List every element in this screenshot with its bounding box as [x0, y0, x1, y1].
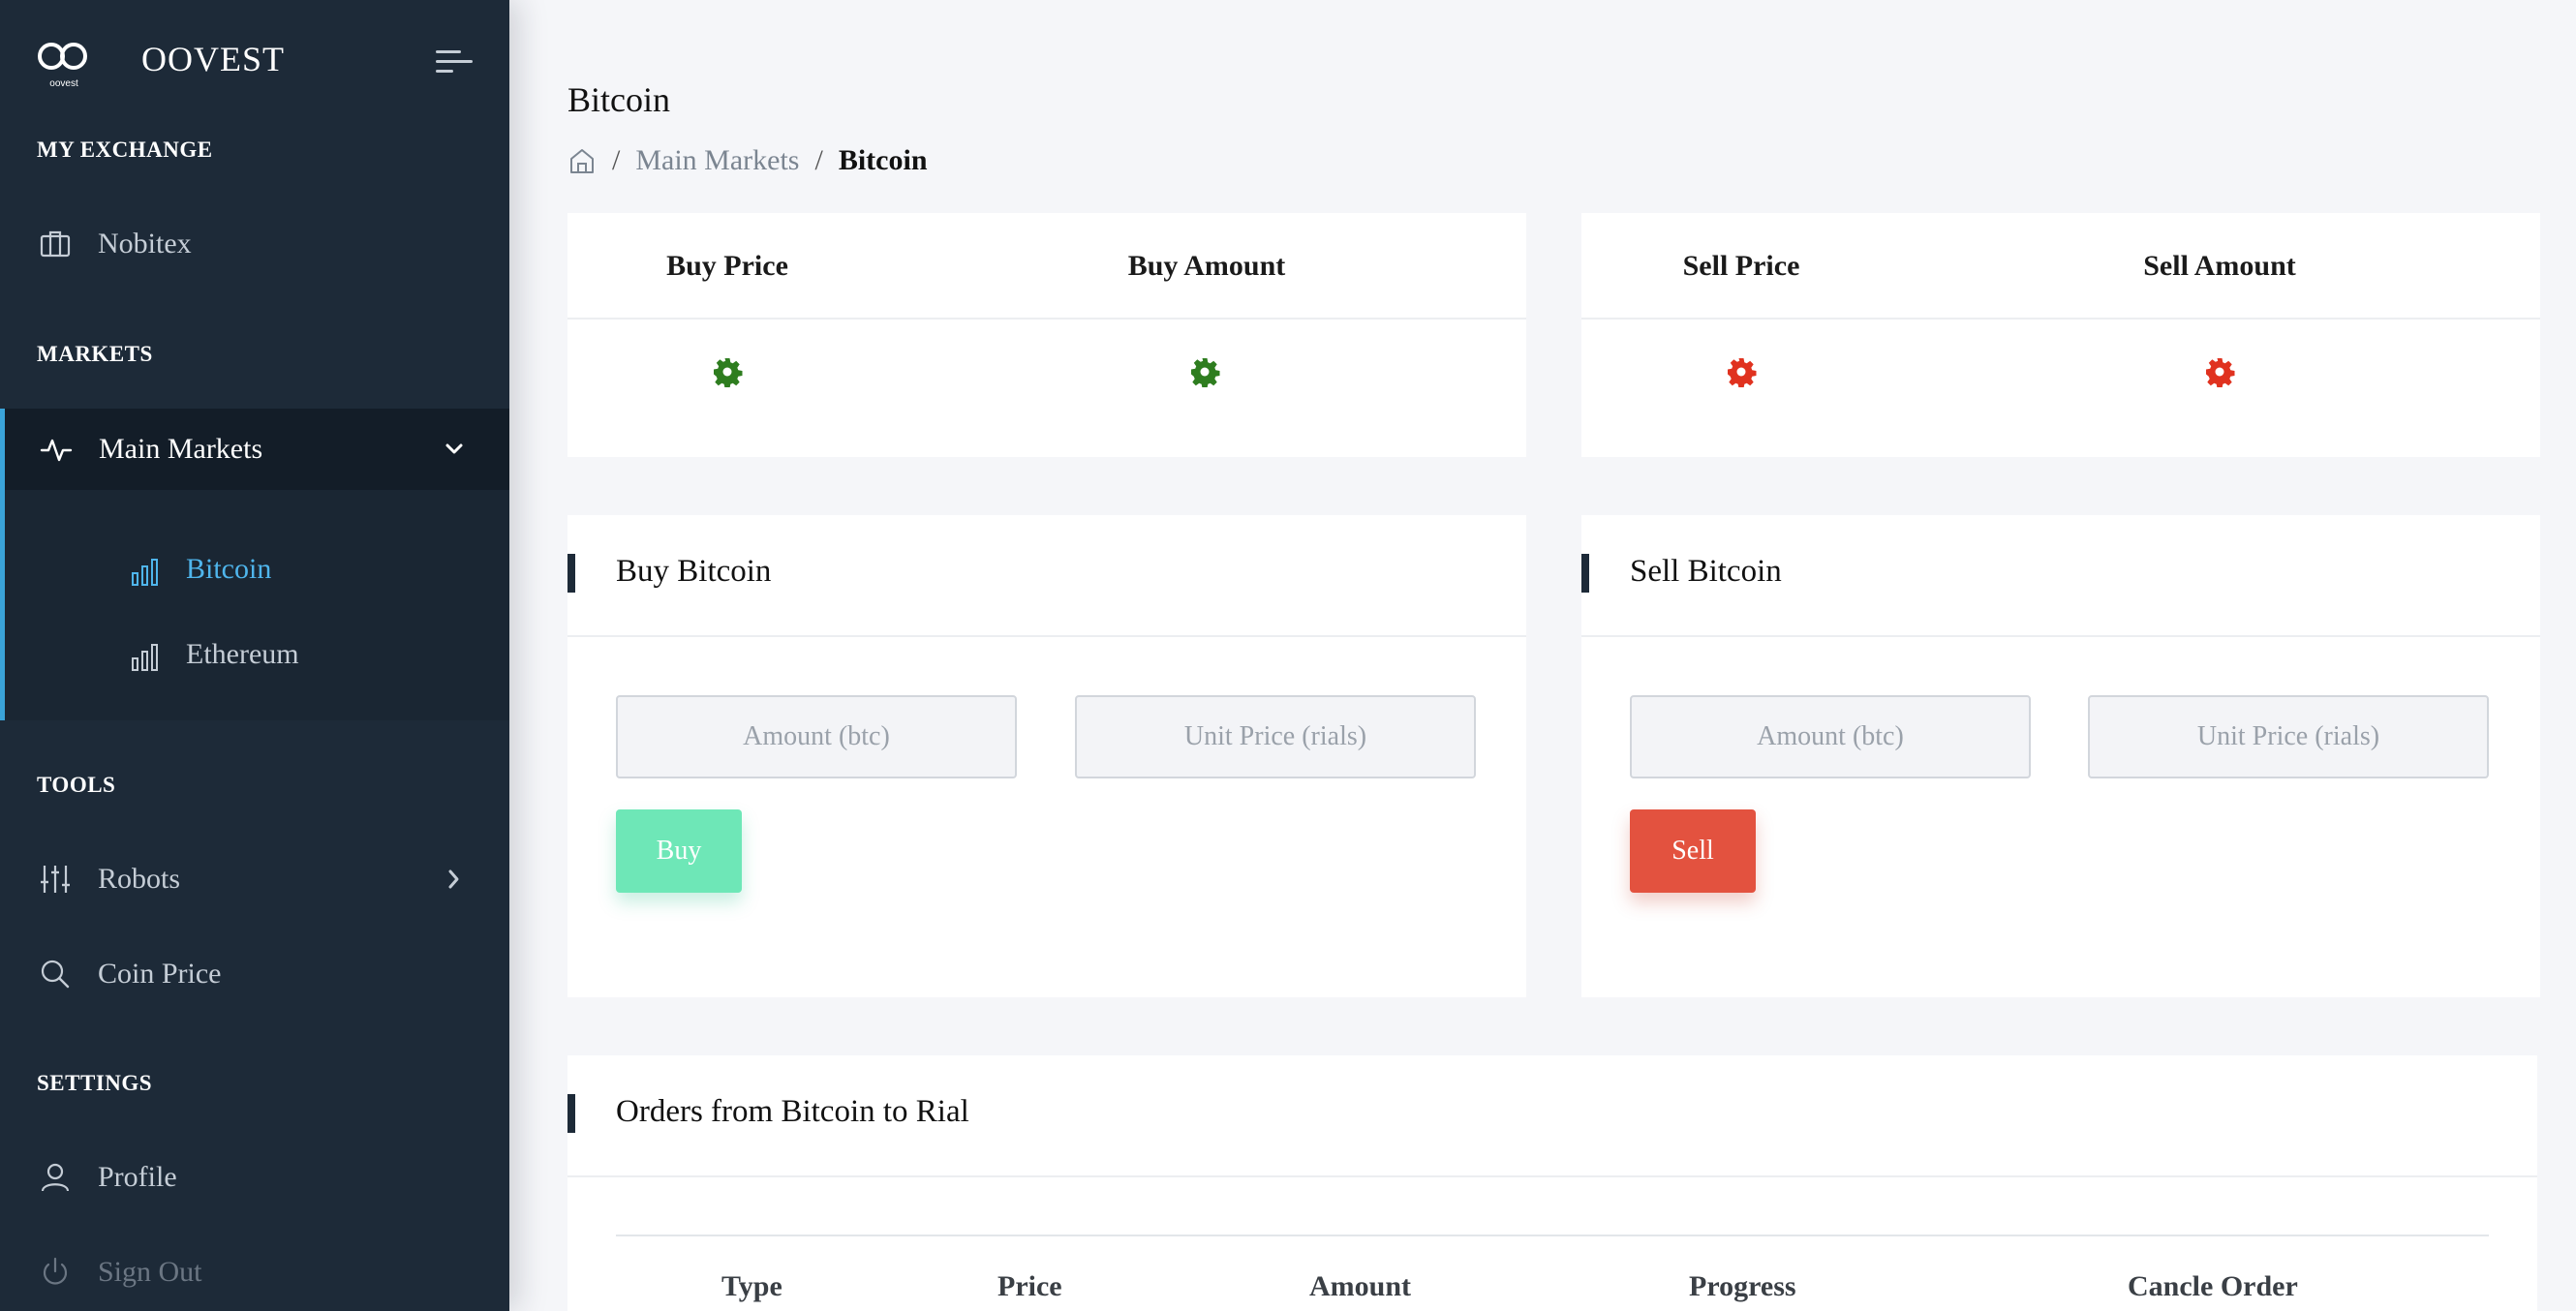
breadcrumb-main-markets[interactable]: Main Markets: [635, 144, 799, 177]
orders-title: Orders from Bitcoin to Rial: [616, 1094, 969, 1129]
buy-price-card-header: Buy Price Buy Amount: [567, 213, 1526, 320]
main-markets-submenu: Bitcoin Ethereum: [0, 490, 509, 720]
sell-amount-header: Sell Amount: [2143, 250, 2296, 282]
sell-form-header: Sell Bitcoin: [1581, 515, 2540, 637]
chevron-right-icon: [448, 869, 459, 889]
sliders-icon: [41, 866, 70, 893]
sidebar-item-label: Ethereum: [186, 638, 299, 670]
sell-unit-price-input[interactable]: [2088, 695, 2489, 778]
buy-form-header: Buy Bitcoin: [567, 515, 1526, 637]
home-icon[interactable]: [567, 146, 597, 175]
column-header-progress: Progress: [1689, 1270, 1796, 1302]
buy-form-title: Buy Bitcoin: [616, 554, 772, 589]
sidebar-item-label: Coin Price: [98, 958, 222, 990]
loading-gear-icon: [1728, 358, 1757, 387]
sidebar-item-profile[interactable]: Profile: [0, 1137, 509, 1218]
bar-chart-icon: [132, 644, 158, 671]
sidebar-item-robots[interactable]: Robots: [0, 838, 509, 920]
brand: oovest OOVEST: [0, 0, 509, 118]
sidebar-item-label: Profile: [98, 1161, 177, 1193]
sidebar-item-label: Main Markets: [99, 433, 263, 465]
sell-form-title: Sell Bitcoin: [1630, 554, 1782, 589]
sidebar-item-label: Bitcoin: [186, 553, 272, 585]
table-top-divider: [616, 1235, 2489, 1236]
sidebar-item-coin-price[interactable]: Coin Price: [0, 933, 509, 1015]
sell-price-card: Sell Price Sell Amount: [1581, 213, 2540, 457]
bar-chart-icon: [132, 559, 158, 586]
sidebar-item-ethereum[interactable]: Ethereum: [5, 624, 509, 691]
column-header-amount: Amount: [1309, 1270, 1412, 1302]
breadcrumb-current: Bitcoin: [838, 144, 928, 176]
sell-price-card-header: Sell Price Sell Amount: [1581, 213, 2540, 320]
buy-amount-header: Buy Amount: [1127, 250, 1286, 282]
orders-card: Orders from Bitcoin to Rial Type Price A…: [567, 1055, 2537, 1311]
breadcrumb-separator: /: [612, 144, 621, 176]
sell-amount-input[interactable]: [1630, 695, 2031, 778]
sidebar-item-main-markets[interactable]: Main Markets: [0, 409, 509, 490]
page-title: Bitcoin: [567, 80, 670, 119]
user-icon: [41, 1163, 70, 1192]
buy-price-header: Buy Price: [666, 250, 788, 282]
sell-form-card: Sell Bitcoin Sell: [1581, 515, 2540, 997]
column-header-type: Type: [721, 1270, 782, 1302]
sidebar: oovest OOVEST MY EXCHANGE Nobitex MARKET…: [0, 0, 509, 1311]
orders-header: Orders from Bitcoin to Rial: [567, 1055, 2537, 1177]
activity-icon: [40, 439, 73, 462]
header-accent-bar: [567, 554, 575, 593]
loading-gear-icon: [1191, 358, 1220, 387]
buy-amount-input[interactable]: [616, 695, 1017, 778]
sell-price-header: Sell Price: [1682, 250, 1800, 282]
breadcrumb: / Main Markets / Bitcoin: [567, 141, 928, 180]
sidebar-item-label: Sign Out: [98, 1256, 202, 1288]
sidebar-item-sign-out[interactable]: Sign Out: [0, 1232, 509, 1311]
chevron-down-icon: [445, 443, 463, 454]
buy-price-card: Buy Price Buy Amount: [567, 213, 1526, 457]
buy-unit-price-input[interactable]: [1075, 695, 1476, 778]
loading-gear-icon: [2206, 358, 2235, 387]
section-my-exchange: MY EXCHANGE: [37, 137, 213, 162]
column-header-price: Price: [997, 1270, 1062, 1302]
oovest-logo: oovest: [38, 43, 87, 89]
sell-button[interactable]: Sell: [1630, 809, 1756, 893]
search-icon: [41, 960, 70, 989]
briefcase-icon: [40, 230, 71, 258]
brand-name: OOVEST: [141, 40, 285, 78]
section-tools: TOOLS: [37, 773, 116, 797]
svg-text:oovest: oovest: [49, 78, 78, 89]
buy-button[interactable]: Buy: [616, 809, 742, 893]
buy-form-card: Buy Bitcoin Buy: [567, 515, 1526, 997]
sidebar-item-nobitex[interactable]: Nobitex: [0, 203, 509, 285]
sidebar-item-label: Nobitex: [98, 228, 192, 259]
column-header-cancel-order: Cancle Order: [2128, 1270, 2298, 1302]
breadcrumb-separator: /: [814, 144, 823, 176]
header-accent-bar: [567, 1094, 575, 1133]
section-settings: SETTINGS: [37, 1071, 153, 1095]
header-accent-bar: [1581, 554, 1589, 593]
power-icon: [43, 1257, 68, 1285]
menu-toggle-icon[interactable]: [436, 48, 473, 76]
sidebar-item-bitcoin[interactable]: Bitcoin: [5, 538, 509, 606]
loading-gear-icon: [714, 358, 743, 387]
section-markets: MARKETS: [37, 342, 153, 366]
sidebar-item-label: Robots: [98, 863, 181, 895]
